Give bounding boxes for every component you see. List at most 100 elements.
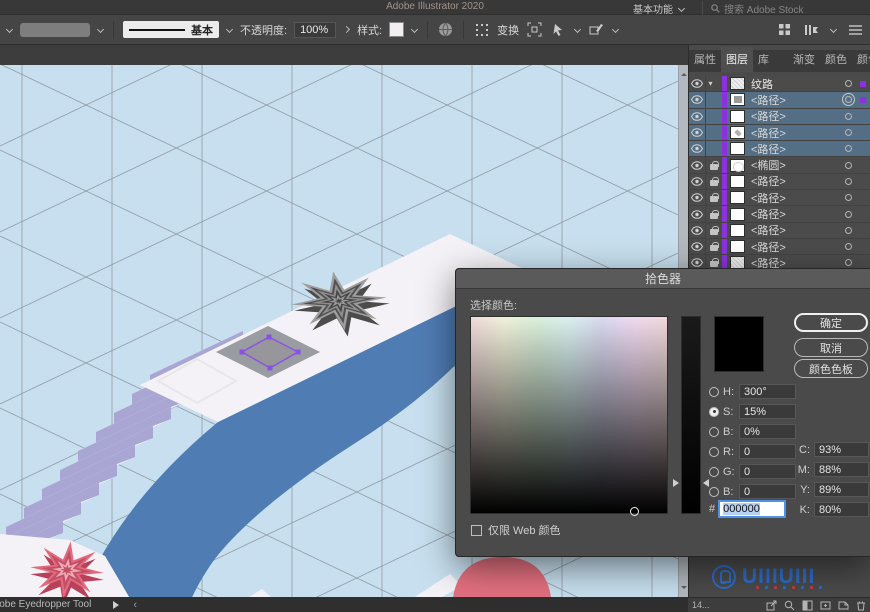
- brush-dropdown-chevron-icon[interactable]: [226, 26, 233, 33]
- color-spectrum-slider[interactable]: [681, 316, 701, 514]
- blue-input[interactable]: 0: [739, 484, 796, 499]
- scroll-up-icon[interactable]: [681, 70, 687, 76]
- slider-right-arrow-icon[interactable]: [699, 479, 709, 487]
- web-only-checkbox[interactable]: [471, 525, 482, 536]
- layer-name[interactable]: <路径>: [751, 109, 845, 125]
- ok-button[interactable]: 确定: [794, 313, 868, 332]
- hue-radio[interactable]: [709, 387, 719, 397]
- style-swatch[interactable]: [389, 22, 404, 37]
- document-layout-icon[interactable]: [803, 21, 820, 38]
- blue-radio[interactable]: [709, 487, 719, 497]
- workspace-switcher[interactable]: 基本功能: [633, 1, 685, 16]
- target-circle[interactable]: [845, 162, 852, 169]
- collect-for-export-icon[interactable]: [766, 600, 777, 611]
- magenta-input[interactable]: 88%: [814, 462, 869, 477]
- target-circle[interactable]: [845, 113, 852, 120]
- red-radio[interactable]: [709, 447, 719, 457]
- target-circle[interactable]: [845, 145, 852, 152]
- layer-row[interactable]: <路径>: [689, 125, 870, 141]
- target-circle[interactable]: [845, 227, 852, 234]
- fill-dropdown-chevron-icon[interactable]: [6, 26, 13, 33]
- lock-cell[interactable]: [706, 109, 722, 124]
- stock-search-field[interactable]: 搜索 Adobe Stock: [702, 1, 862, 16]
- new-sublayer-icon[interactable]: [820, 600, 831, 611]
- expand-chevron-icon[interactable]: ▾: [709, 80, 719, 88]
- visibility-toggle[interactable]: [689, 174, 706, 189]
- brightness-radio[interactable]: [709, 427, 719, 437]
- panel-tab-库[interactable]: 库: [753, 47, 774, 72]
- layer-row[interactable]: <椭圆>: [689, 157, 870, 173]
- lock-cell[interactable]: [706, 125, 722, 140]
- layer-row[interactable]: <路径>: [689, 141, 870, 157]
- target-circle[interactable]: [845, 243, 852, 250]
- layer-name[interactable]: <路径>: [751, 223, 845, 239]
- visibility-toggle[interactable]: [689, 239, 706, 254]
- layer-row[interactable]: <路径>: [689, 174, 870, 190]
- arrange-documents-icon[interactable]: [776, 21, 793, 38]
- target-circle[interactable]: [845, 211, 852, 218]
- target-circle[interactable]: [845, 96, 852, 103]
- select-similar-chevron-icon[interactable]: [574, 26, 581, 33]
- lock-cell[interactable]: [706, 174, 722, 189]
- layer-thumbnail[interactable]: [730, 159, 745, 172]
- saturation-input[interactable]: 15%: [739, 404, 796, 419]
- visibility-toggle[interactable]: [689, 92, 706, 107]
- recolor-artwork-icon[interactable]: [437, 21, 454, 38]
- layer-thumbnail[interactable]: [730, 240, 745, 253]
- layer-thumbnail[interactable]: [730, 208, 745, 221]
- menu-icon[interactable]: [847, 21, 864, 38]
- panel-tab-颜色[interactable]: 颜色: [820, 47, 852, 72]
- layer-thumbnail[interactable]: [730, 93, 745, 106]
- hue-input[interactable]: 300°: [739, 384, 796, 399]
- layer-thumbnail[interactable]: [730, 191, 745, 204]
- layer-name[interactable]: <路径>: [751, 92, 845, 108]
- target-circle[interactable]: [845, 80, 852, 87]
- width-dropdown-chevron-icon[interactable]: [97, 26, 104, 33]
- visibility-toggle[interactable]: [689, 109, 706, 124]
- brightness-input[interactable]: 0%: [739, 424, 796, 439]
- visibility-toggle[interactable]: [689, 76, 706, 91]
- layer-row[interactable]: <路径>: [689, 109, 870, 125]
- layer-name[interactable]: <路径>: [751, 206, 845, 222]
- lock-cell[interactable]: [706, 223, 722, 238]
- saturation-radio[interactable]: [709, 407, 719, 417]
- style-dropdown-chevron-icon[interactable]: [411, 26, 418, 33]
- transform-button[interactable]: 变换: [497, 22, 519, 38]
- black-input[interactable]: 80%: [814, 502, 869, 517]
- visibility-toggle[interactable]: [689, 157, 706, 172]
- color-swatches-button[interactable]: 颜色色板: [794, 359, 868, 378]
- red-input[interactable]: 0: [739, 444, 796, 459]
- layer-name[interactable]: <路径>: [751, 239, 845, 255]
- dialog-title[interactable]: 拾色器: [456, 269, 870, 289]
- layer-thumbnail[interactable]: [730, 224, 745, 237]
- layer-name[interactable]: <路径>: [751, 141, 845, 157]
- layer-row[interactable]: <路径>: [689, 239, 870, 255]
- opacity-expand-icon[interactable]: [343, 26, 350, 33]
- layer-name[interactable]: 纹路: [751, 76, 845, 92]
- lock-cell[interactable]: ▾: [706, 76, 722, 91]
- lock-cell[interactable]: [706, 92, 722, 107]
- layer-thumbnail[interactable]: [730, 126, 745, 139]
- color-field-marker[interactable]: [630, 507, 639, 516]
- visibility-toggle[interactable]: [689, 223, 706, 238]
- cancel-button[interactable]: 取消: [794, 338, 868, 357]
- green-radio[interactable]: [709, 467, 719, 477]
- visibility-toggle[interactable]: [689, 206, 706, 221]
- green-input[interactable]: 0: [739, 464, 796, 479]
- brush-definition-dropdown[interactable]: 基本: [123, 21, 219, 38]
- lock-cell[interactable]: [706, 190, 722, 205]
- bounding-box-icon[interactable]: [526, 21, 543, 38]
- color-field[interactable]: [470, 316, 668, 514]
- lock-cell[interactable]: [706, 239, 722, 254]
- visibility-toggle[interactable]: [689, 141, 706, 156]
- variable-width-field[interactable]: [20, 23, 90, 37]
- new-layer-icon[interactable]: [838, 600, 849, 611]
- layer-row[interactable]: <路径>: [689, 190, 870, 206]
- slider-left-arrow-icon[interactable]: [673, 479, 683, 487]
- isolate-chevron-icon[interactable]: [612, 26, 619, 33]
- layer-name[interactable]: <椭圆>: [751, 157, 845, 173]
- scroll-left-icon[interactable]: ‹: [133, 599, 137, 611]
- target-circle[interactable]: [845, 178, 852, 185]
- target-circle[interactable]: [845, 259, 852, 266]
- isolate-mode-icon[interactable]: [588, 21, 605, 38]
